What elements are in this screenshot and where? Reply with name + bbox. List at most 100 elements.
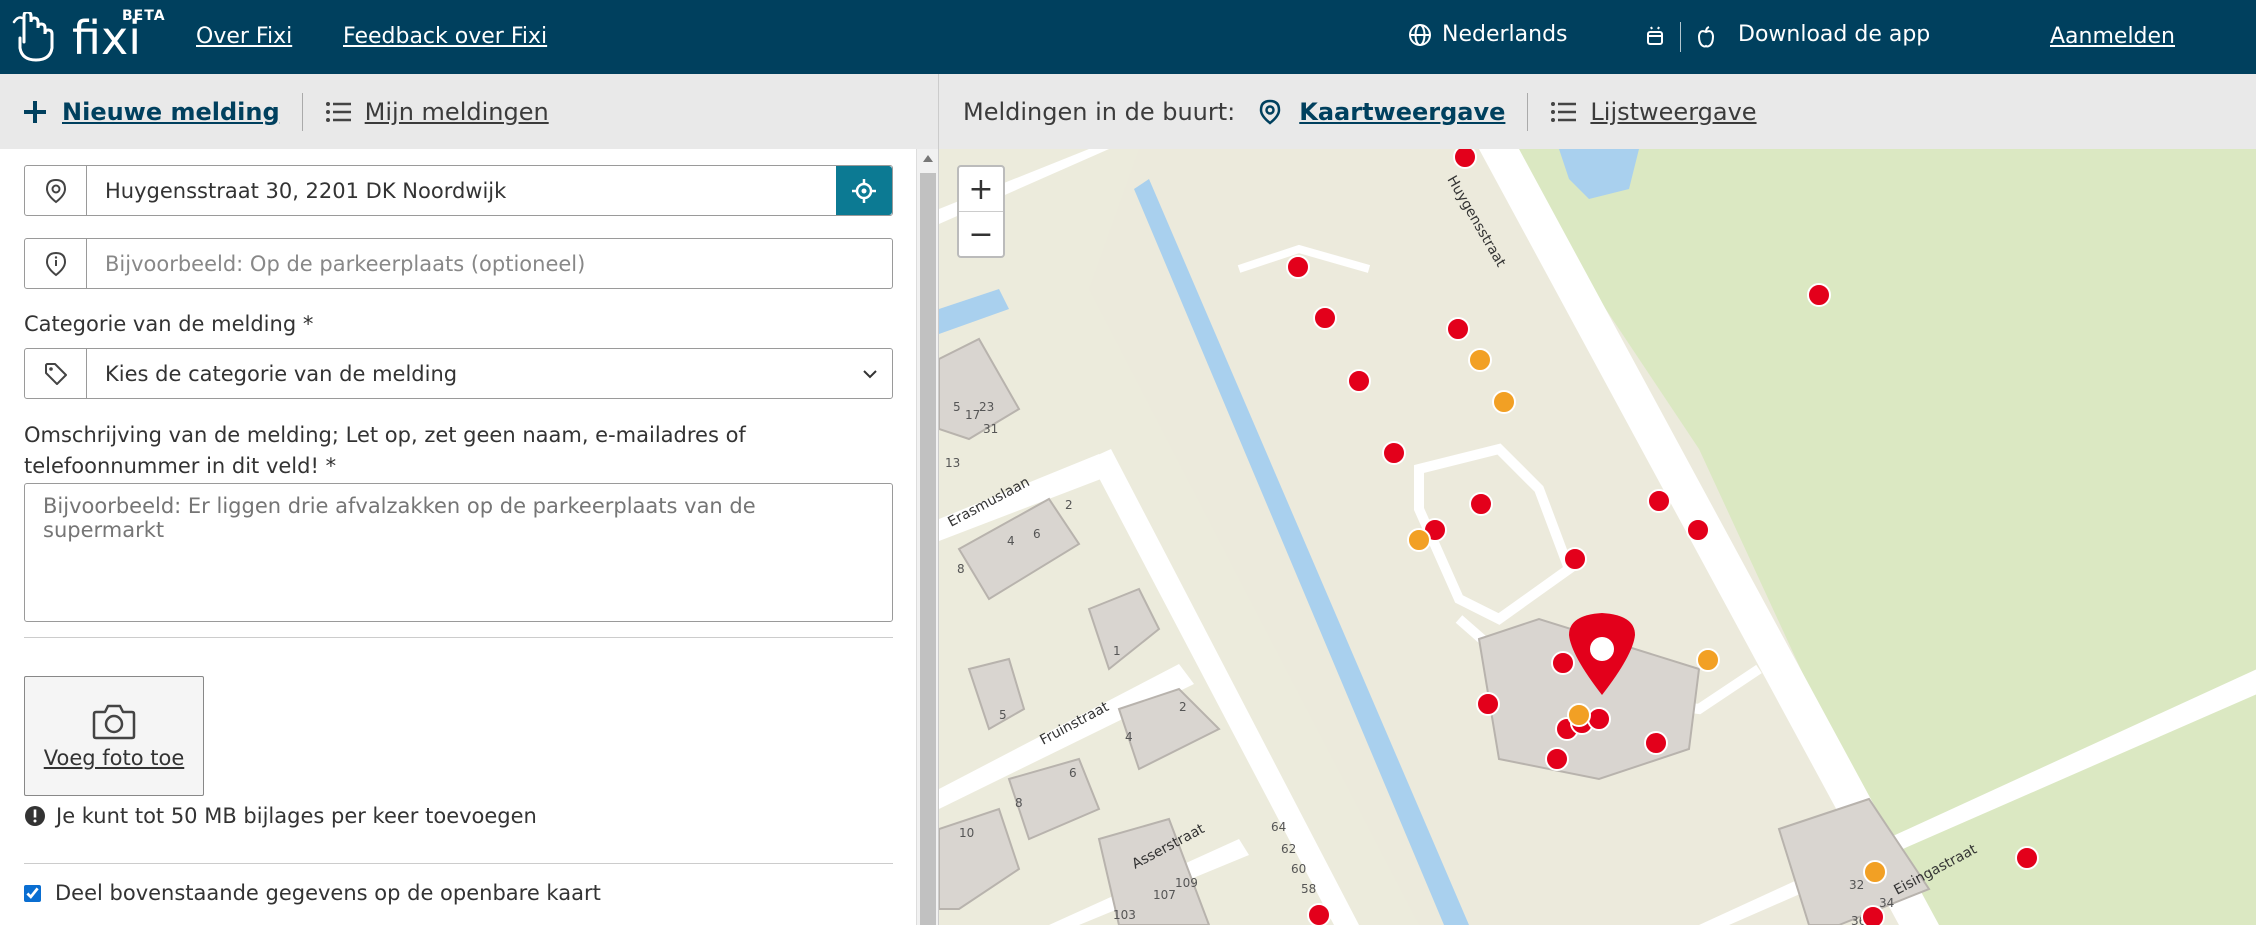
house-number: 64 [1271, 820, 1286, 834]
attachment-note-text: Je kunt tot 50 MB bijlages per keer toev… [56, 804, 537, 828]
house-number: 23 [979, 400, 994, 414]
report-marker-orange[interactable] [1468, 348, 1492, 372]
camera-icon [92, 704, 136, 740]
nav-over-fixi[interactable]: Over Fixi [196, 24, 292, 49]
house-number: 62 [1281, 842, 1296, 856]
report-marker-red[interactable] [1469, 492, 1493, 516]
top-bar: fixi BETA Over Fixi Feedback over Fixi N… [0, 0, 2256, 74]
house-number: 6 [1033, 527, 1041, 541]
description-label: Omschrijving van de melding; Let op, zet… [24, 423, 746, 478]
report-marker-red[interactable] [1382, 441, 1406, 465]
report-marker-red[interactable] [1545, 747, 1569, 771]
tab-my-reports-label: Mijn meldingen [364, 97, 549, 126]
hand-icon [12, 12, 54, 62]
house-number: 5 [953, 400, 961, 414]
address-field[interactable]: Huygensstraat 30, 2201 DK Noordwijk [24, 165, 893, 216]
report-marker-red[interactable] [1647, 489, 1671, 513]
report-tabs: Nieuwe melding Mijn meldingen [0, 74, 938, 149]
beta-badge: BETA [122, 8, 166, 24]
house-number: 10 [959, 826, 974, 840]
header-divider [1680, 22, 1681, 52]
globe-icon [1409, 23, 1431, 46]
plus-icon [24, 100, 46, 123]
info-pin-icon [45, 251, 66, 276]
zoom-control: + − [957, 165, 1005, 258]
report-marker-red[interactable] [1551, 651, 1575, 675]
house-number: 8 [957, 562, 965, 576]
house-number: 109 [1175, 876, 1198, 890]
zoom-in-button[interactable]: + [959, 167, 1003, 212]
add-photo-button[interactable]: Voeg foto toe [24, 676, 204, 796]
share-checkbox-label: Deel bovenstaande gegevens op de openbar… [55, 881, 601, 905]
map-graphic[interactable]: Huygensstraat Erasmuslaan Fruinstraat As… [939, 149, 2256, 925]
house-number: 107 [1153, 888, 1176, 902]
crosshair-icon [852, 178, 876, 203]
house-number: 31 [983, 422, 998, 436]
category-select[interactable]: Kies de categorie van de melding [24, 348, 893, 399]
tab-list-view[interactable]: Lijstweergave [1550, 98, 1757, 126]
house-number: 6 [1069, 766, 1077, 780]
report-marker-red[interactable] [1347, 369, 1371, 393]
house-number: 32 [1849, 878, 1864, 892]
report-marker-red[interactable] [1644, 731, 1668, 755]
report-marker-red[interactable] [2015, 846, 2039, 870]
attachment-note: Je kunt tot 50 MB bijlages per keer toev… [24, 804, 537, 828]
add-photo-label: Voeg foto toe [43, 746, 185, 770]
description-textarea[interactable] [24, 483, 893, 622]
house-number: 34 [1879, 896, 1894, 910]
locate-button[interactable] [836, 166, 892, 215]
tab-my-reports[interactable]: Mijn meldingen [325, 98, 549, 126]
report-marker-orange[interactable] [1492, 390, 1516, 414]
nav-feedback[interactable]: Feedback over Fixi [343, 24, 547, 49]
location-detail-icon-box [25, 239, 87, 288]
map-pin-icon [1259, 99, 1281, 125]
address-value[interactable]: Huygensstraat 30, 2201 DK Noordwijk [87, 166, 836, 215]
report-marker-red[interactable] [1476, 692, 1500, 716]
divider [24, 863, 893, 864]
divider [24, 637, 893, 638]
report-marker-red[interactable] [1563, 547, 1587, 571]
report-marker-red[interactable] [1313, 306, 1337, 330]
download-app-link[interactable]: Download de app [1738, 22, 1930, 47]
scroll-thumb[interactable] [920, 173, 936, 925]
house-number: 4 [1007, 534, 1015, 548]
house-number: 60 [1291, 862, 1306, 876]
house-number: 2 [1065, 498, 1073, 512]
exclamation-icon [25, 806, 45, 826]
tab-new-report[interactable]: Nieuwe melding [22, 98, 280, 126]
report-marker-red[interactable] [1286, 255, 1310, 279]
share-checkbox-row[interactable]: Deel bovenstaande gegevens op de openbar… [24, 881, 601, 905]
report-marker-orange[interactable] [1863, 860, 1887, 884]
tab-divider [301, 92, 303, 131]
report-marker-red[interactable] [1453, 149, 1477, 169]
zoom-out-button[interactable]: − [959, 212, 1003, 257]
report-marker-red[interactable] [1446, 317, 1470, 341]
location-pin-icon [45, 178, 66, 203]
apple-icon[interactable] [1696, 26, 1716, 48]
location-detail-field[interactable] [24, 238, 893, 289]
report-marker-red[interactable] [1861, 905, 1885, 925]
fixi-logo[interactable]: fixi BETA [12, 8, 165, 64]
tab-new-report-label: Nieuwe melding [62, 97, 280, 126]
location-detail-input[interactable] [87, 239, 892, 288]
report-marker-red[interactable] [1807, 283, 1831, 307]
report-marker-orange[interactable] [1407, 528, 1431, 552]
map-canvas[interactable]: Huygensstraat Erasmuslaan Fruinstraat As… [938, 149, 2256, 925]
language-selector[interactable]: Nederlands [1408, 22, 1568, 47]
form-scrollbar[interactable] [916, 149, 938, 925]
share-checkbox[interactable] [24, 884, 41, 902]
scroll-up-arrow[interactable] [923, 155, 933, 162]
house-number: 103 [1113, 908, 1136, 922]
tab-divider [1527, 92, 1529, 131]
report-form: Huygensstraat 30, 2201 DK Noordwijk Cate… [0, 149, 916, 925]
android-icon[interactable] [1645, 26, 1665, 48]
report-marker-orange[interactable] [1567, 703, 1591, 727]
report-marker-red[interactable] [1587, 707, 1611, 731]
report-marker-orange[interactable] [1696, 648, 1720, 672]
category-value: Kies de categorie van de melding [105, 361, 458, 386]
tab-map-view-label: Kaartweergave [1299, 97, 1506, 126]
login-link[interactable]: Aanmelden [2050, 24, 2175, 49]
tab-map-view[interactable]: Kaartweergave [1259, 98, 1505, 126]
report-marker-red[interactable] [1307, 903, 1331, 925]
report-marker-red[interactable] [1686, 518, 1710, 542]
